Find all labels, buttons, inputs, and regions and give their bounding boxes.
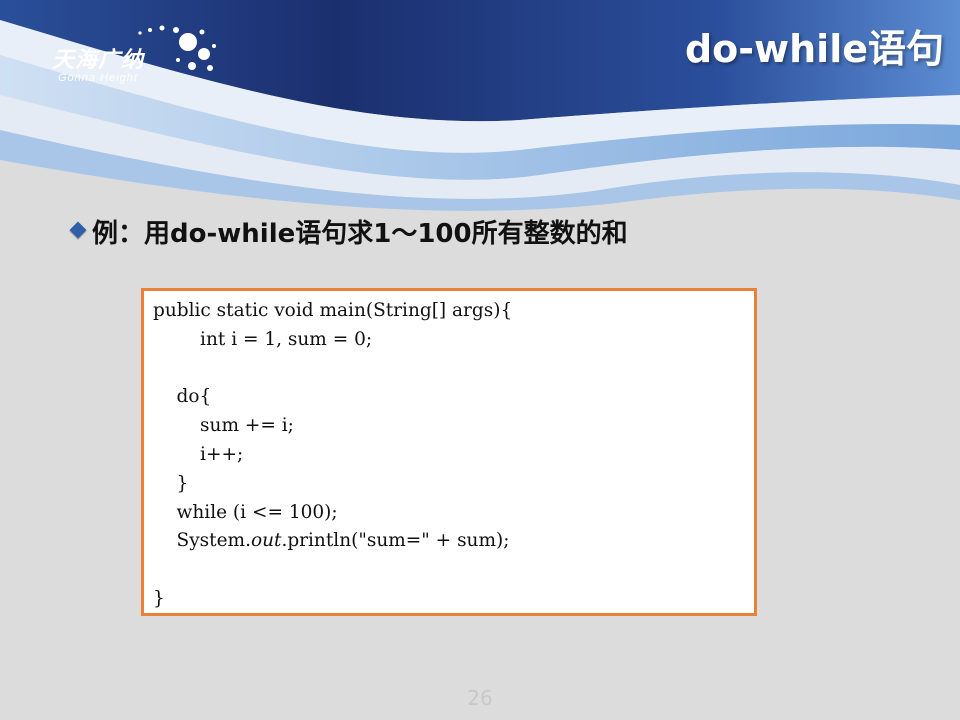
logo-english-name: Gonna Height [58,72,138,84]
logo-chinese-name: 天海广纳 [52,48,145,73]
bullet-text: 例：用do-while语句求1～100所有整数的和 [92,219,628,249]
code-segment: System. [153,530,251,552]
code-segment-italic: out [250,530,282,552]
code-line: i++; [153,443,244,465]
diamond-bullet-icon [69,221,87,238]
code-line: int i = 1, sum = 0; [153,328,373,350]
code-block: public static void main(String[] args){ … [141,288,757,616]
slide: 天海广纳 Gonna Height do-while语句 例：用do-while… [0,0,960,720]
code-line: System.out.println("sum=" + sum); [153,527,754,556]
code-line: sum += i; [153,415,294,437]
code-line: while (i <= 100); [153,501,338,523]
slide-title: do-while语句 [684,27,944,71]
code-line: } [153,587,165,609]
code-line: public static void main(String[] args){ [153,300,513,321]
bullet-point: 例：用do-while语句求1～100所有整数的和 [69,213,628,250]
code-line: } [153,472,189,494]
code-segment: .println("sum=" + sum); [281,530,510,552]
company-logo: 天海广纳 Gonna Height [40,20,220,90]
page-number: 26 [467,686,493,710]
code-line: do{ [153,386,212,408]
